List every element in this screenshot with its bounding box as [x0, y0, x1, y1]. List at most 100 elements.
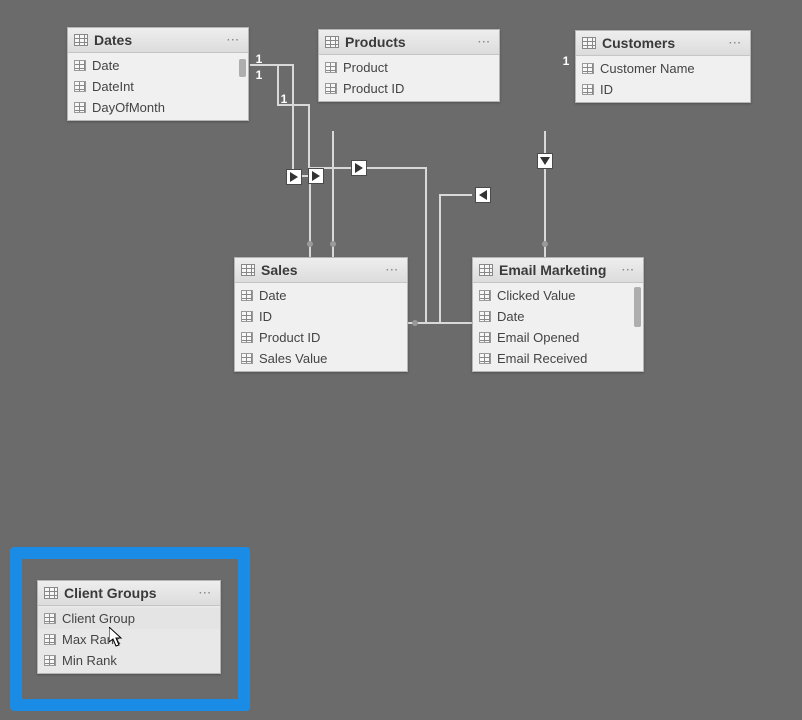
endpoint-dot-icon — [542, 241, 548, 247]
field-row[interactable]: Date — [473, 306, 643, 327]
table-header-email-marketing[interactable]: Email Marketing ··· — [473, 258, 643, 283]
field-row[interactable]: Sales Value — [235, 348, 407, 369]
field-label: Customer Name — [600, 61, 695, 76]
field-row[interactable]: Date — [68, 55, 248, 76]
table-header-dates[interactable]: Dates ··· — [68, 28, 248, 53]
field-icon — [74, 81, 86, 92]
more-icon[interactable]: ··· — [727, 38, 744, 49]
field-icon — [241, 290, 253, 301]
field-icon — [74, 60, 86, 71]
table-title: Client Groups — [64, 585, 157, 601]
field-label: Clicked Value — [497, 288, 576, 303]
field-row[interactable]: Max Rank — [38, 629, 220, 650]
field-label: Max Rank — [62, 632, 121, 647]
cardinality-one: 1 — [254, 68, 264, 82]
field-icon — [241, 311, 253, 322]
table-title: Sales — [261, 262, 298, 278]
table-customers[interactable]: Customers ··· Customer Name ID — [575, 30, 751, 103]
arrow-marker-icon — [351, 160, 367, 176]
table-icon — [44, 587, 58, 599]
field-icon — [325, 83, 337, 94]
field-row[interactable]: ID — [576, 79, 750, 100]
arrow-marker-icon — [286, 169, 302, 185]
table-icon — [479, 264, 493, 276]
table-email-marketing[interactable]: Email Marketing ··· Clicked Value Date E… — [472, 257, 644, 372]
table-header-products[interactable]: Products ··· — [319, 30, 499, 55]
arrow-marker-icon — [537, 153, 553, 169]
table-header-client-groups[interactable]: Client Groups ··· — [38, 581, 220, 606]
field-icon — [325, 62, 337, 73]
field-label: Date — [259, 288, 286, 303]
more-icon[interactable]: ··· — [225, 35, 242, 46]
field-row[interactable]: Customer Name — [576, 58, 750, 79]
table-title: Customers — [602, 35, 675, 51]
more-icon[interactable]: ··· — [620, 265, 637, 276]
field-label: Product ID — [343, 81, 404, 96]
cardinality-one: 1 — [561, 54, 571, 68]
more-icon[interactable]: ··· — [384, 265, 401, 276]
field-row[interactable]: DateInt — [68, 76, 248, 97]
table-products[interactable]: Products ··· Product Product ID — [318, 29, 500, 102]
field-label: Client Group — [62, 611, 135, 626]
table-body: Client Group Max Rank Min Rank — [38, 606, 220, 673]
more-icon[interactable]: ··· — [197, 588, 214, 599]
table-title: Dates — [94, 32, 132, 48]
field-label: DateInt — [92, 79, 134, 94]
field-row[interactable]: Product ID — [235, 327, 407, 348]
field-row[interactable]: Clicked Value — [473, 285, 643, 306]
field-label: Product ID — [259, 330, 320, 345]
field-label: Email Received — [497, 351, 587, 366]
field-icon — [241, 332, 253, 343]
table-title: Email Marketing — [499, 262, 606, 278]
table-body: Customer Name ID — [576, 56, 750, 102]
field-label: Email Opened — [497, 330, 579, 345]
field-row[interactable]: Min Rank — [38, 650, 220, 671]
table-sales[interactable]: Sales ··· Date ID Product ID Sales Value — [234, 257, 408, 372]
endpoint-dot-icon — [412, 320, 418, 326]
field-icon — [479, 290, 491, 301]
field-row[interactable]: DayOfMonth — [68, 97, 248, 118]
table-client-groups[interactable]: Client Groups ··· Client Group Max Rank … — [37, 580, 221, 674]
table-header-customers[interactable]: Customers ··· — [576, 31, 750, 56]
field-icon — [44, 613, 56, 624]
table-icon — [582, 37, 596, 49]
table-body: Date DateInt DayOfMonth — [68, 53, 248, 120]
field-icon — [582, 63, 594, 74]
scrollbar-thumb[interactable] — [239, 59, 246, 77]
table-body: Product Product ID — [319, 55, 499, 101]
field-icon — [479, 332, 491, 343]
field-icon — [74, 102, 86, 113]
field-row[interactable]: Product ID — [319, 78, 499, 99]
field-icon — [479, 311, 491, 322]
table-icon — [241, 264, 255, 276]
field-label: DayOfMonth — [92, 100, 165, 115]
field-label: Product — [343, 60, 388, 75]
more-icon[interactable]: ··· — [476, 37, 493, 48]
cardinality-one: 1 — [254, 52, 264, 66]
arrow-marker-icon — [475, 187, 491, 203]
scrollbar-thumb[interactable] — [634, 287, 641, 327]
field-row[interactable]: Product — [319, 57, 499, 78]
field-icon — [582, 84, 594, 95]
endpoint-dot-icon — [330, 241, 336, 247]
field-label: Date — [92, 58, 119, 73]
table-icon — [325, 36, 339, 48]
field-label: Min Rank — [62, 653, 117, 668]
field-row[interactable]: Client Group — [38, 608, 220, 629]
cardinality-one: 1 — [279, 92, 289, 106]
table-dates[interactable]: Dates ··· Date DateInt DayOfMonth — [67, 27, 249, 121]
field-row[interactable]: Email Opened — [473, 327, 643, 348]
field-row[interactable]: ID — [235, 306, 407, 327]
field-icon — [241, 353, 253, 364]
field-label: ID — [600, 82, 613, 97]
field-row[interactable]: Date — [235, 285, 407, 306]
table-header-sales[interactable]: Sales ··· — [235, 258, 407, 283]
field-icon — [44, 634, 56, 645]
endpoint-dot-icon — [307, 241, 313, 247]
table-title: Products — [345, 34, 406, 50]
field-label: ID — [259, 309, 272, 324]
field-label: Sales Value — [259, 351, 327, 366]
arrow-marker-icon — [308, 168, 324, 184]
field-row[interactable]: Email Received — [473, 348, 643, 369]
table-body: Date ID Product ID Sales Value — [235, 283, 407, 371]
